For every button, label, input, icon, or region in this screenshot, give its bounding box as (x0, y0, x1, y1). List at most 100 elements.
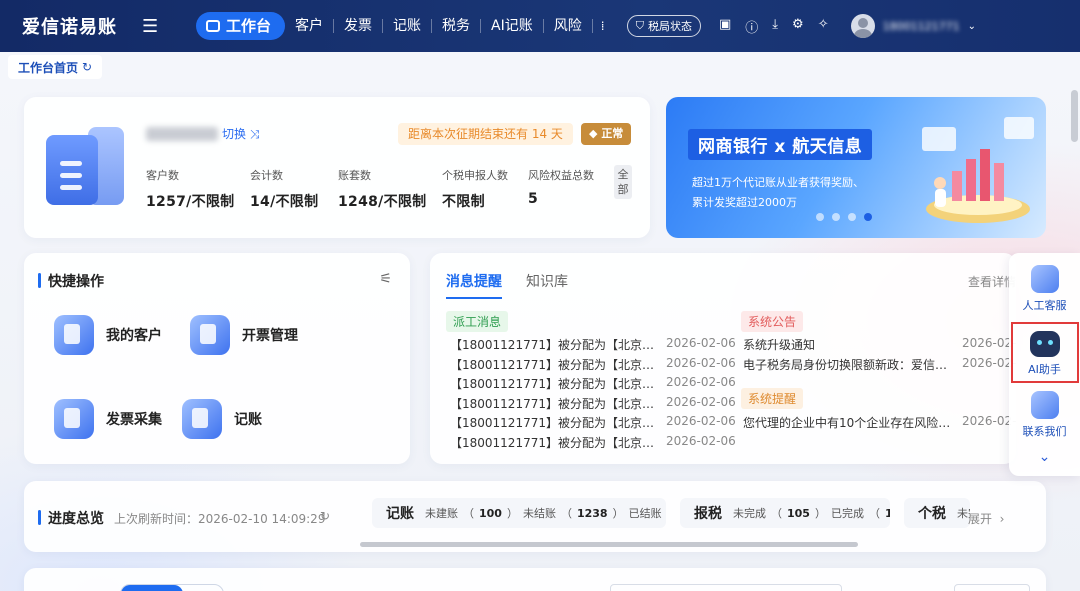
reminder-row[interactable]: 您代理的企业中有10个企业存在风险… 2026-02- (743, 414, 1016, 431)
horizontal-scrollbar[interactable] (360, 542, 858, 547)
nav-tab-ai-bookkeeping[interactable]: AI记账 (481, 12, 543, 40)
nav-tab-invoices[interactable]: 发票 (334, 12, 382, 40)
gear-icon[interactable]: ⚙ (792, 17, 804, 36)
quick-action-my-customers[interactable]: 我的客户 (54, 315, 162, 355)
nav-tab-tax[interactable]: 税务 (432, 12, 480, 40)
message-row[interactable]: 【18001121771】被分配为【北京中… 2026-02-06 (450, 395, 740, 412)
stat-value: 14/不限制 (250, 194, 319, 210)
quick-action-label: 我的客户 (106, 328, 162, 344)
carousel-dot[interactable] (848, 213, 856, 221)
quick-action-label: 记账 (234, 412, 262, 428)
tax-status-button[interactable]: ⛉ 税局状态 (626, 15, 701, 37)
nav-divider (591, 19, 593, 33)
message-row[interactable]: 【18001121771】被分配为【北京中… 2026-02-06 (450, 336, 740, 353)
notice-text: 电子税务局身份切换限额新政：爱信… (743, 358, 948, 372)
robot-icon (1029, 331, 1060, 357)
nav-tab-risk[interactable]: 风险 (544, 12, 592, 40)
notice-row[interactable]: 系统升级通知 2026-02- (743, 336, 1016, 353)
tab-knowledge-base[interactable]: 知识库 (526, 271, 568, 299)
tax-status-label: 税局状态 (647, 20, 692, 33)
quick-action-invoice-management[interactable]: 开票管理 (190, 315, 298, 355)
progress-chip-iit[interactable]: 个税 未完 (904, 498, 970, 528)
message-text: 【18001121771】被分配为【北京中… (450, 358, 660, 372)
download-icon[interactable]: ⤓ (772, 17, 778, 36)
app-brand[interactable]: 爱信诺易账 (22, 13, 122, 39)
company-card: 切换 ⤨ 距离本次征期结束还有 14 天 ◆ 正常 客户数 1257/不限制 会… (24, 97, 650, 238)
progress-chip-tax-filing[interactable]: 报税 未完成（105） 已完成（18） (680, 498, 890, 528)
nav-tab-bookkeeping[interactable]: 记账 (383, 12, 431, 40)
quick-actions-card: 快捷操作 ⚟ 我的客户 开票管理 发票采集 记账 (24, 253, 410, 464)
shield-icon: ⛉ (635, 19, 644, 32)
nav-tab-workbench-label: 工作台 (226, 17, 272, 35)
message-date: 2026-02-06 (666, 434, 736, 448)
nav-more-icon[interactable]: ⁞ (601, 19, 611, 33)
breadcrumb-tab[interactable]: 工作台首页 ↻ (8, 55, 103, 79)
progress-chip-bookkeeping[interactable]: 记账 未建账（100） 未结账（1238） 已结账（10） (372, 498, 666, 528)
carousel-dot[interactable] (832, 213, 840, 221)
message-row[interactable]: 【18001121771】被分配为【北京中… 2026-02-06 (450, 414, 740, 431)
user-name-redacted: 18001121771 (882, 19, 960, 33)
notice-row[interactable]: 电子税务局身份切换限额新政：爱信… 2026-02- (743, 356, 1016, 373)
promo-banner[interactable]: 网商银行 x 航天信息 超过1万个代记账从业者获得奖励、 累计发奖超过2000万 (666, 97, 1046, 238)
ledger-icon (182, 399, 222, 439)
chip-label: 已完成 (830, 507, 864, 520)
sliders-icon[interactable]: ⚟ (379, 271, 392, 287)
message-row[interactable]: 【18001121771】被分配为【北京中… 2026-02-06 (450, 356, 740, 373)
info-icon[interactable]: ⓘ (745, 17, 758, 36)
customer-service-button[interactable]: 人工客服 (1009, 265, 1080, 313)
chevron-down-icon: ⌄ (967, 20, 976, 32)
tab-message-reminders[interactable]: 消息提醒 (446, 271, 502, 299)
banner-subtitle: 超过1万个代记账从业者获得奖励、 累计发奖超过2000万 (692, 173, 864, 213)
magic-wand-icon[interactable]: ✧ (818, 17, 829, 36)
expand-button[interactable]: 展开 › (968, 510, 1004, 527)
stat-iit-declarants: 个税申报人数 不限制 (442, 167, 508, 211)
refresh-icon[interactable]: ↻ (320, 509, 330, 523)
switch-company-button[interactable]: 切换 ⤨ (222, 125, 259, 142)
stat-risk-rights: 风险权益总数 5 (528, 167, 594, 207)
carousel-dot[interactable] (816, 213, 824, 221)
filter-button[interactable] (954, 584, 1030, 591)
message-text: 【18001121771】被分配为【北京中… (450, 338, 660, 352)
status-label: 正常 (601, 127, 624, 140)
floating-help-panel: 人工客服 AI助手 联系我们 ⌄ (1009, 253, 1080, 476)
section-title: 进度总览 (38, 508, 104, 528)
diamond-icon: ◆ (589, 127, 598, 140)
stat-label: 个税申报人数 (442, 169, 508, 182)
stat-value: 1257/不限制 (146, 194, 235, 210)
message-date: 2026-02-06 (666, 375, 736, 389)
page-scrollbar[interactable] (1071, 90, 1078, 142)
message-text: 【18001121771】被分配为【北京中… (450, 416, 660, 430)
contact-us-button[interactable]: 联系我们 (1009, 391, 1080, 439)
breadcrumb-label: 工作台首页 (18, 60, 79, 75)
chip-title: 记账 (386, 506, 414, 522)
toolbar: ▣ ⓘ ⤓ ⚙ ✧ (719, 17, 829, 36)
ai-assistant-button[interactable]: AI助手 (1009, 331, 1080, 377)
date-range-input[interactable] (610, 584, 842, 591)
stat-customers: 客户数 1257/不限制 (146, 167, 234, 211)
deadline-badge: 距离本次征期结束还有 14 天 (398, 123, 573, 145)
hamburger-icon[interactable]: ☰ (142, 16, 166, 37)
quick-action-invoice-collection[interactable]: 发票采集 (54, 399, 162, 439)
message-tabs: 消息提醒 知识库 (446, 271, 568, 299)
quick-action-bookkeeping[interactable]: 记账 (182, 399, 262, 439)
message-row[interactable]: 【18001121771】被分配为【北京中… 2026-02-06 (450, 434, 740, 451)
message-row[interactable]: 【18001121771】被分配为【北京中… 2026-02-06 (450, 375, 740, 392)
invoice-collect-icon (54, 399, 94, 439)
message-date: 2026-02-06 (666, 395, 736, 409)
all-stats-button[interactable]: 全部 (614, 165, 632, 199)
nav-tab-workbench[interactable]: 工作台 (196, 12, 286, 40)
chip-title: 报税 (694, 506, 722, 522)
notice-text: 系统升级通知 (743, 338, 816, 352)
user-menu[interactable]: 18001121771 ⌄ (850, 14, 976, 38)
bottom-card (24, 568, 1046, 591)
messages-card: 消息提醒 知识库 查看详情 派工消息 【18001121771】被分配为【北京中… (430, 253, 1016, 464)
nav-tab-customers[interactable]: 客户 (285, 12, 333, 40)
carousel-dot-active[interactable] (864, 213, 872, 221)
stat-value: 1248/不限制 (338, 194, 427, 210)
message-icon[interactable]: ▣ (719, 17, 731, 36)
chevron-down-icon[interactable]: ⌄ (1009, 449, 1080, 465)
shuffle-icon: ⤨ (249, 127, 260, 141)
refresh-icon[interactable]: ↻ (82, 60, 92, 74)
stat-accountants: 会计数 14/不限制 (250, 167, 318, 211)
segmented-toggle[interactable] (120, 584, 224, 591)
